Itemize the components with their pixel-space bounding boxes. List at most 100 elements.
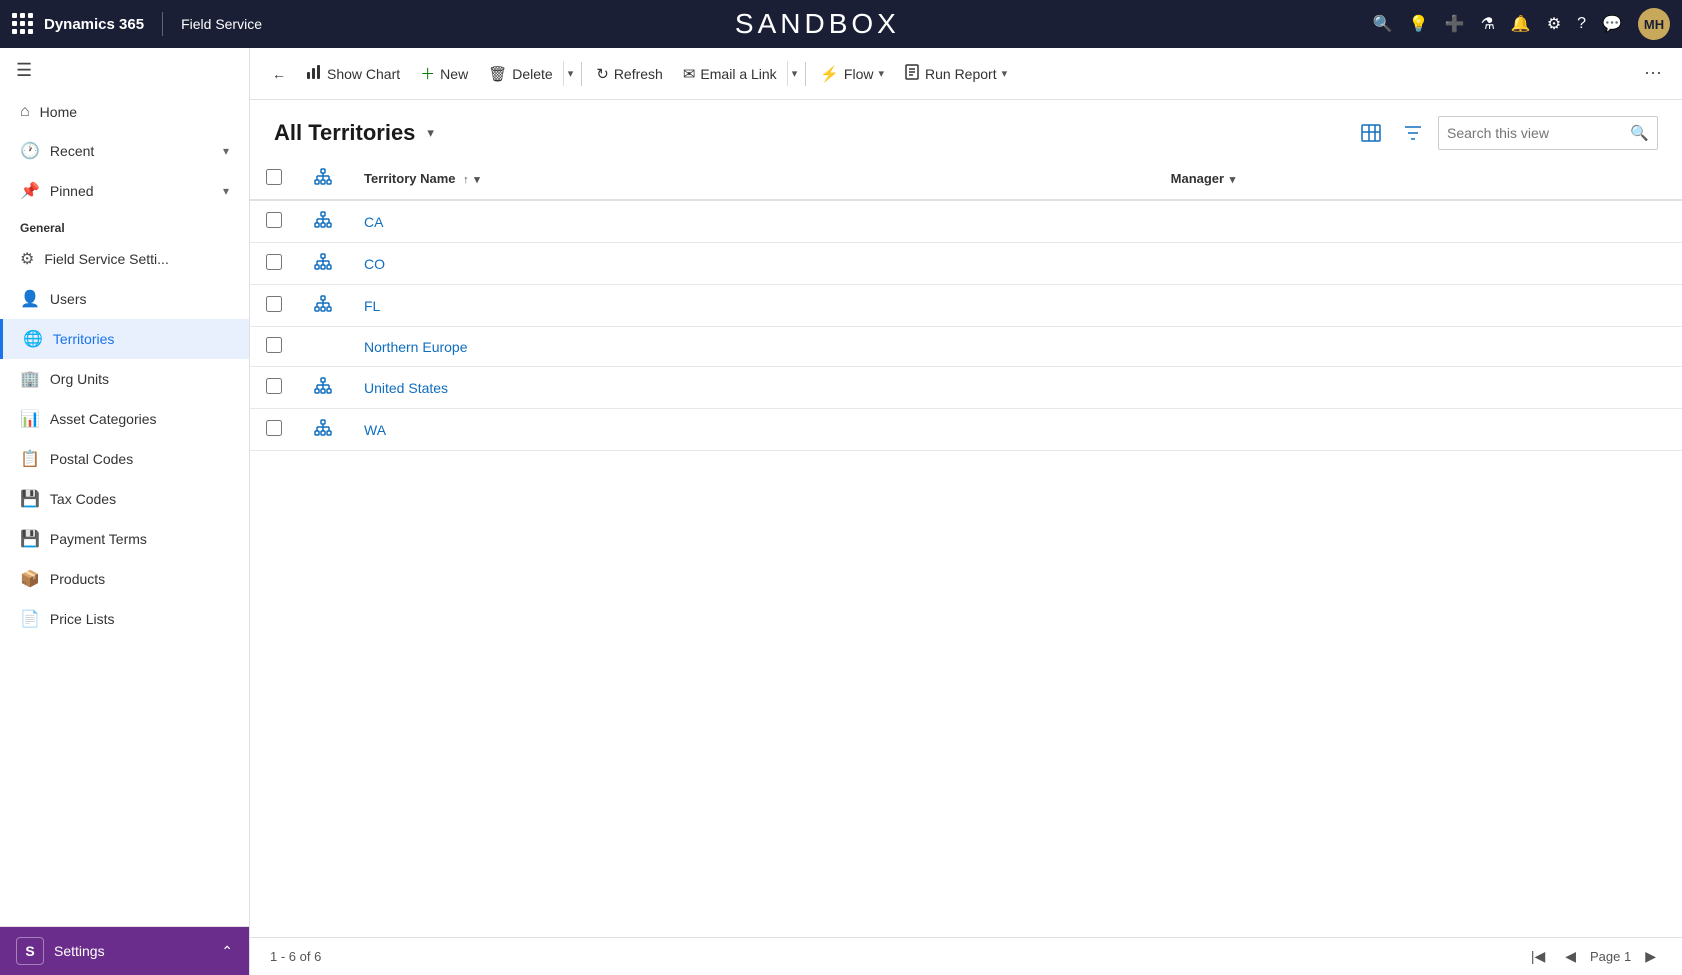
toolbar-divider-2 xyxy=(805,62,806,86)
icon-col-header xyxy=(298,158,348,200)
lightbulb-icon[interactable]: 💡 xyxy=(1409,14,1429,34)
territory-org-icon xyxy=(314,211,332,229)
row-icon-cell xyxy=(298,409,348,451)
search-box: 🔍 xyxy=(1438,116,1658,150)
delete-button[interactable]: 🗑 Delete xyxy=(478,59,563,89)
row-checkbox-cell xyxy=(250,367,298,409)
row-checkbox[interactable] xyxy=(266,254,282,270)
territory-name-col-header[interactable]: Territory Name ↑ ▾ xyxy=(348,158,1155,200)
new-button[interactable]: ＋ New xyxy=(410,57,478,90)
sidebar-item-field-service-settings[interactable]: ⚙ Field Service Setti... xyxy=(0,239,249,279)
record-count: 1 - 6 of 6 xyxy=(270,949,321,964)
more-options-icon[interactable]: ⋯ xyxy=(1636,59,1670,88)
toolbar-divider-1 xyxy=(581,62,582,86)
sidebar-item-price-lists-label: Price Lists xyxy=(50,611,115,627)
user-avatar[interactable]: MH xyxy=(1638,8,1670,40)
flow-label: Flow xyxy=(844,66,874,82)
territory-org-icon xyxy=(314,419,332,437)
refresh-button[interactable]: ↻ Refresh xyxy=(586,59,673,89)
run-report-button[interactable]: Run Report ▾ xyxy=(894,58,1017,90)
sidebar-item-pinned[interactable]: 📌 Pinned ▾ xyxy=(0,171,249,211)
flow-button[interactable]: ⚡ Flow ▾ xyxy=(810,59,894,89)
territory-name-link[interactable]: CO xyxy=(364,256,385,272)
sort-asc-icon: ↑ xyxy=(463,174,469,186)
manager-col-header[interactable]: Manager ▾ xyxy=(1155,158,1682,200)
table-footer: 1 - 6 of 6 |◀ ◀ Page 1 ▶ xyxy=(250,937,1682,975)
first-page-button[interactable]: |◀ xyxy=(1525,946,1551,967)
row-checkbox[interactable] xyxy=(266,212,282,228)
table-row[interactable]: CA xyxy=(250,200,1682,243)
notification-icon[interactable]: 🔔 xyxy=(1511,14,1531,34)
sidebar-item-price-lists[interactable]: 📄 Price Lists xyxy=(0,599,249,639)
new-plus-icon: ＋ xyxy=(420,63,435,84)
show-chart-button[interactable]: Show Chart xyxy=(296,58,410,90)
search-input[interactable] xyxy=(1447,125,1630,141)
delete-icon: 🗑 xyxy=(488,65,507,83)
filter-view-icon[interactable] xyxy=(1396,116,1430,150)
territory-name-cell: CO xyxy=(348,243,1155,285)
select-all-checkbox-col xyxy=(250,158,298,200)
delete-caret[interactable]: ▾ xyxy=(563,61,578,86)
chat-icon[interactable]: 💬 xyxy=(1602,14,1622,34)
email-icon: ✉ xyxy=(683,65,696,83)
settings-icon[interactable]: ⚙ xyxy=(1547,14,1561,34)
view-columns-icon[interactable] xyxy=(1354,116,1388,150)
sidebar-item-products[interactable]: 📦 Products xyxy=(0,559,249,599)
new-label: New xyxy=(440,66,468,82)
settings-expand-icon: ⌃ xyxy=(221,943,233,960)
email-link-label: Email a Link xyxy=(700,66,776,82)
row-checkbox[interactable] xyxy=(266,296,282,312)
next-page-button[interactable]: ▶ xyxy=(1639,946,1662,967)
manager-label: Manager xyxy=(1171,171,1224,186)
territory-name-link[interactable]: FL xyxy=(364,298,380,314)
view-title-caret-icon[interactable]: ▾ xyxy=(427,125,434,141)
table-row[interactable]: CO xyxy=(250,243,1682,285)
sidebar-item-users-label: Users xyxy=(50,291,87,307)
row-checkbox[interactable] xyxy=(266,378,282,394)
filter-icon[interactable]: ⚗ xyxy=(1481,14,1495,34)
sidebar-item-postal-codes[interactable]: 📋 Postal Codes xyxy=(0,439,249,479)
sidebar-item-home[interactable]: ⌂ Home xyxy=(0,93,249,131)
table-row[interactable]: FL xyxy=(250,285,1682,327)
postal-codes-icon: 📋 xyxy=(20,449,40,469)
search-icon[interactable]: 🔍 xyxy=(1373,14,1393,34)
territory-name-link[interactable]: United States xyxy=(364,380,448,396)
territory-name-link[interactable]: CA xyxy=(364,214,383,230)
territory-name-link[interactable]: Northern Europe xyxy=(364,339,468,355)
prev-page-button[interactable]: ◀ xyxy=(1559,946,1582,967)
settings-footer[interactable]: S Settings ⌃ xyxy=(0,926,249,975)
back-button[interactable]: ← xyxy=(262,60,296,88)
manager-cell xyxy=(1155,409,1682,451)
sidebar-item-org-units[interactable]: 🏢 Org Units xyxy=(0,359,249,399)
table-row[interactable]: WA xyxy=(250,409,1682,451)
select-all-checkbox[interactable] xyxy=(266,169,282,185)
sidebar-item-org-units-label: Org Units xyxy=(50,371,109,387)
toolbar: ← Show Chart ＋ New 🗑 Delete ▾ ↻ Refresh xyxy=(250,48,1682,100)
page-label: Page 1 xyxy=(1590,949,1631,964)
territory-name-link[interactable]: WA xyxy=(364,422,386,438)
app-launcher-icon[interactable] xyxy=(12,13,34,35)
sidebar-item-users[interactable]: 👤 Users xyxy=(0,279,249,319)
email-link-button[interactable]: ✉ Email a Link xyxy=(673,59,787,89)
table-row[interactable]: United States xyxy=(250,367,1682,409)
hamburger-menu-icon[interactable]: ☰ xyxy=(0,48,249,93)
sidebar-item-asset-categories[interactable]: 📊 Asset Categories xyxy=(0,399,249,439)
search-submit-icon[interactable]: 🔍 xyxy=(1630,124,1649,142)
sidebar-item-payment-terms[interactable]: 💾 Payment Terms xyxy=(0,519,249,559)
table-row[interactable]: Northern Europe xyxy=(250,327,1682,367)
add-icon[interactable]: ➕ xyxy=(1445,14,1465,34)
flow-caret-icon: ▾ xyxy=(878,67,884,80)
email-caret[interactable]: ▾ xyxy=(787,61,802,86)
view-title[interactable]: All Territories xyxy=(274,120,415,146)
territory-org-icon xyxy=(314,295,332,313)
row-checkbox[interactable] xyxy=(266,337,282,353)
sidebar-item-recent[interactable]: 🕐 Recent ▾ xyxy=(0,131,249,171)
row-checkbox-cell xyxy=(250,200,298,243)
sidebar-item-territories[interactable]: 🌐 Territories xyxy=(0,319,249,359)
sidebar-item-tax-codes[interactable]: 💾 Tax Codes xyxy=(0,479,249,519)
flow-icon: ⚡ xyxy=(820,65,839,83)
row-checkbox[interactable] xyxy=(266,420,282,436)
help-icon[interactable]: ? xyxy=(1577,15,1586,33)
table-header-row: Territory Name ↑ ▾ Manager ▾ xyxy=(250,158,1682,200)
territory-org-icon xyxy=(314,377,332,395)
